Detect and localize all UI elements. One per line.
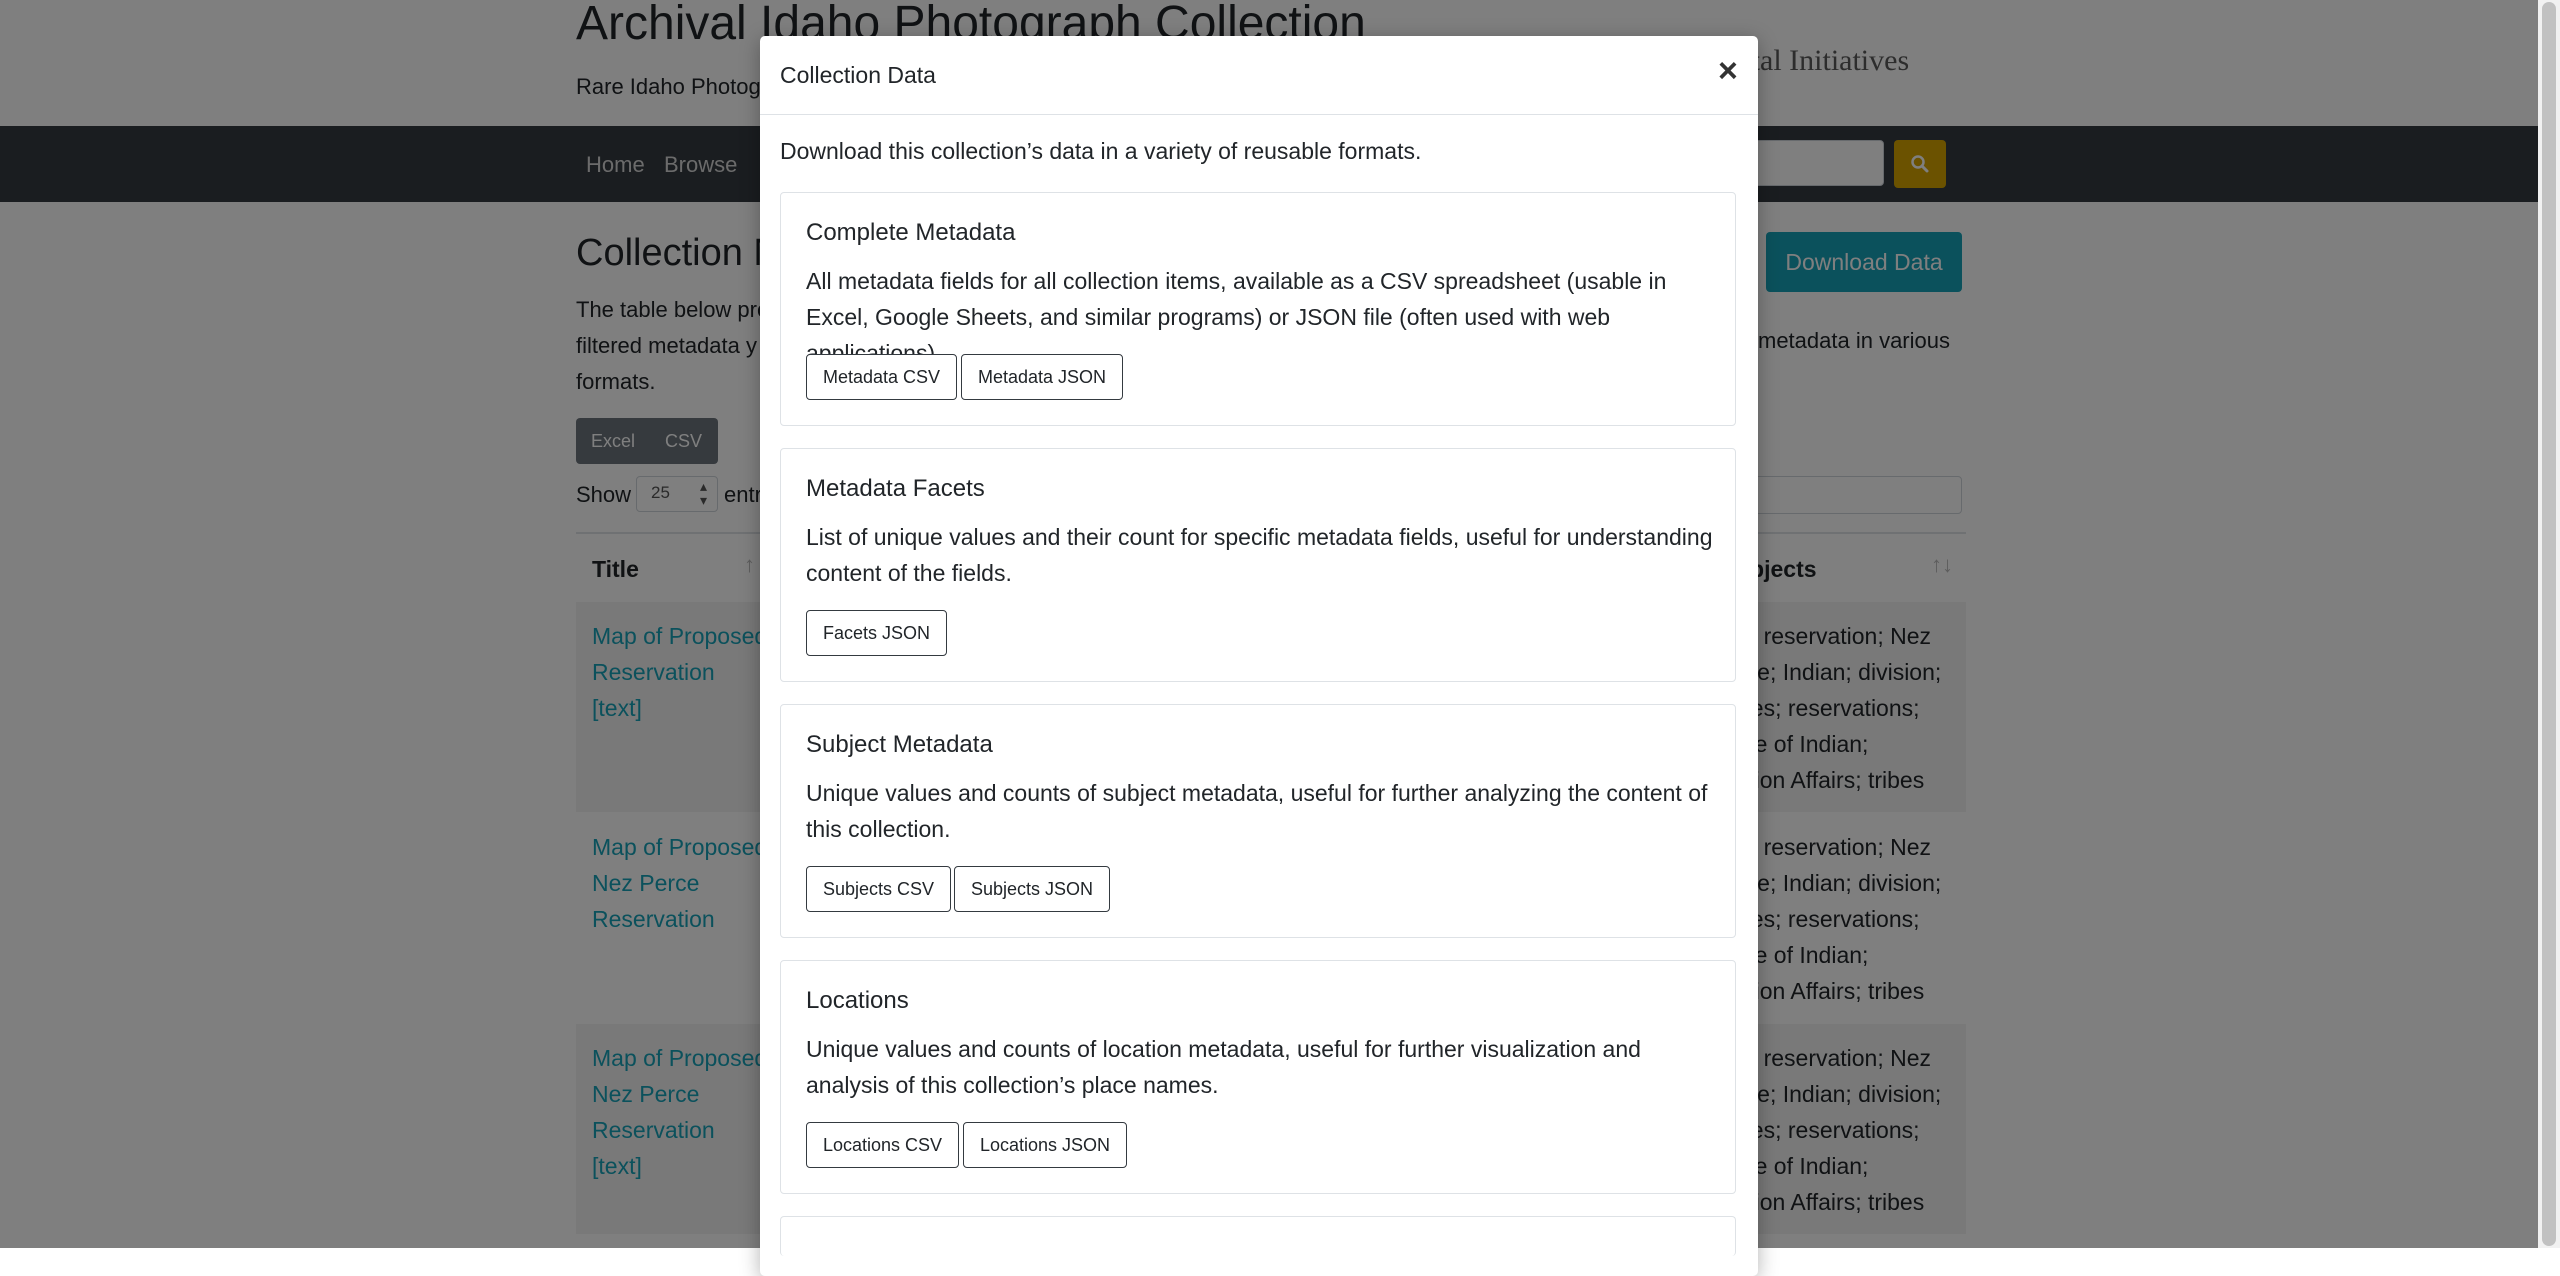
- card-complete-metadata: Complete Metadata All metadata fields fo…: [780, 192, 1736, 426]
- card-next: [780, 1216, 1736, 1256]
- modal-intro: Download this collection’s data in a var…: [780, 138, 1422, 164]
- card-locations: Locations Unique values and counts of lo…: [780, 960, 1736, 1194]
- locations-csv-button[interactable]: Locations CSV: [806, 1122, 960, 1168]
- card-text: List of unique values and their count fo…: [806, 524, 1713, 586]
- close-icon[interactable]: ×: [1718, 52, 1738, 91]
- card-subject-metadata: Subject Metadata Unique values and count…: [780, 704, 1736, 938]
- collection-data-modal: Collection Data × Download this collecti…: [760, 36, 1758, 1276]
- locations-json-button[interactable]: Locations JSON: [963, 1122, 1128, 1168]
- card-title: Complete Metadata: [806, 219, 1016, 246]
- card-title: Subject Metadata: [806, 731, 993, 758]
- card-text: Unique values and counts of location met…: [806, 1036, 1641, 1098]
- card-metadata-facets: Metadata Facets List of unique values an…: [780, 448, 1736, 682]
- scrollbar[interactable]: [2538, 0, 2560, 1248]
- modal-header: Collection Data ×: [760, 36, 1758, 115]
- metadata-csv-button[interactable]: Metadata CSV: [806, 354, 958, 400]
- card-text: Unique values and counts of subject meta…: [806, 780, 1708, 842]
- modal-title: Collection Data: [780, 62, 936, 88]
- scrollbar-thumb[interactable]: [2542, 2, 2556, 1246]
- facets-json-button[interactable]: Facets JSON: [806, 610, 948, 656]
- subjects-json-button[interactable]: Subjects JSON: [954, 866, 1111, 912]
- metadata-json-button[interactable]: Metadata JSON: [961, 354, 1124, 400]
- subjects-csv-button[interactable]: Subjects CSV: [806, 866, 952, 912]
- card-title: Metadata Facets: [806, 475, 985, 502]
- card-title: Locations: [806, 987, 909, 1014]
